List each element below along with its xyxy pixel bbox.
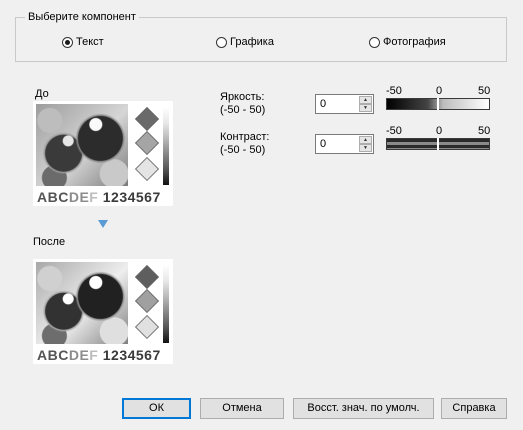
brightness-marker [437,98,439,110]
brightness-label: Яркость: (-50 - 50) [220,91,266,116]
brightness-scale-min: -50 [386,85,402,97]
help-button[interactable]: Справка [441,398,507,419]
brightness-gradient-bar [386,98,490,110]
radio-photo[interactable]: Фотография [369,35,446,49]
contrast-marker [437,138,439,150]
sample-photo [36,104,128,186]
group-title: Выберите компонент [25,11,139,24]
dark-cube-icon [134,264,160,290]
after-label: После [33,236,66,248]
after-sample-image: ABCDEF 1234567 [33,259,173,364]
radio-unchecked-icon[interactable] [216,36,227,48]
contrast-scale-min: -50 [386,125,402,137]
ok-button[interactable]: ОК [122,398,191,419]
radio-text-label: Текст [76,36,104,48]
triangle-down-icon [98,220,108,228]
sample-text: ABCDEF 1234567 [37,189,161,205]
sample-text: ABCDEF 1234567 [37,347,161,363]
radio-photo-label: Фотография [383,36,446,48]
contrast-value[interactable]: 0 [320,138,326,150]
gray-scale-strip [163,107,169,185]
radio-checked-icon[interactable] [62,36,73,48]
before-sample-image: ABCDEF 1234567 [33,101,173,206]
cancel-button[interactable]: Отмена [200,398,284,419]
medium-cube-icon [134,288,160,314]
radio-graphics[interactable]: Графика [216,35,274,49]
spin-up-icon[interactable]: ▲ [359,96,372,104]
brightness-scale-max: 50 [478,85,491,97]
brightness-scale-mid: 0 [436,85,443,97]
spin-down-icon[interactable]: ▼ [359,104,372,112]
contrast-scale-max: 50 [478,125,491,137]
light-cube-icon [134,156,160,182]
medium-cube-icon [134,130,160,156]
contrast-label: Контраст: (-50 - 50) [220,131,270,156]
brightness-value[interactable]: 0 [320,98,326,110]
before-label: До [35,88,49,100]
spin-down-icon[interactable]: ▼ [359,144,372,152]
gray-scale-strip [163,265,169,343]
radio-unchecked-icon[interactable] [369,36,380,48]
sample-photo [36,262,128,344]
dark-cube-icon [134,106,160,132]
radio-text[interactable]: Текст [62,35,104,49]
radio-graphics-label: Графика [230,36,274,48]
restore-defaults-button[interactable]: Восст. знач. по умолч. [293,398,434,419]
contrast-spinbox[interactable]: 0 ▲ ▼ [315,134,374,154]
brightness-spinbox[interactable]: 0 ▲ ▼ [315,94,374,114]
light-cube-icon [134,314,160,340]
spin-up-icon[interactable]: ▲ [359,136,372,144]
contrast-scale-mid: 0 [436,125,443,137]
contrast-gradient-bar [386,138,490,150]
